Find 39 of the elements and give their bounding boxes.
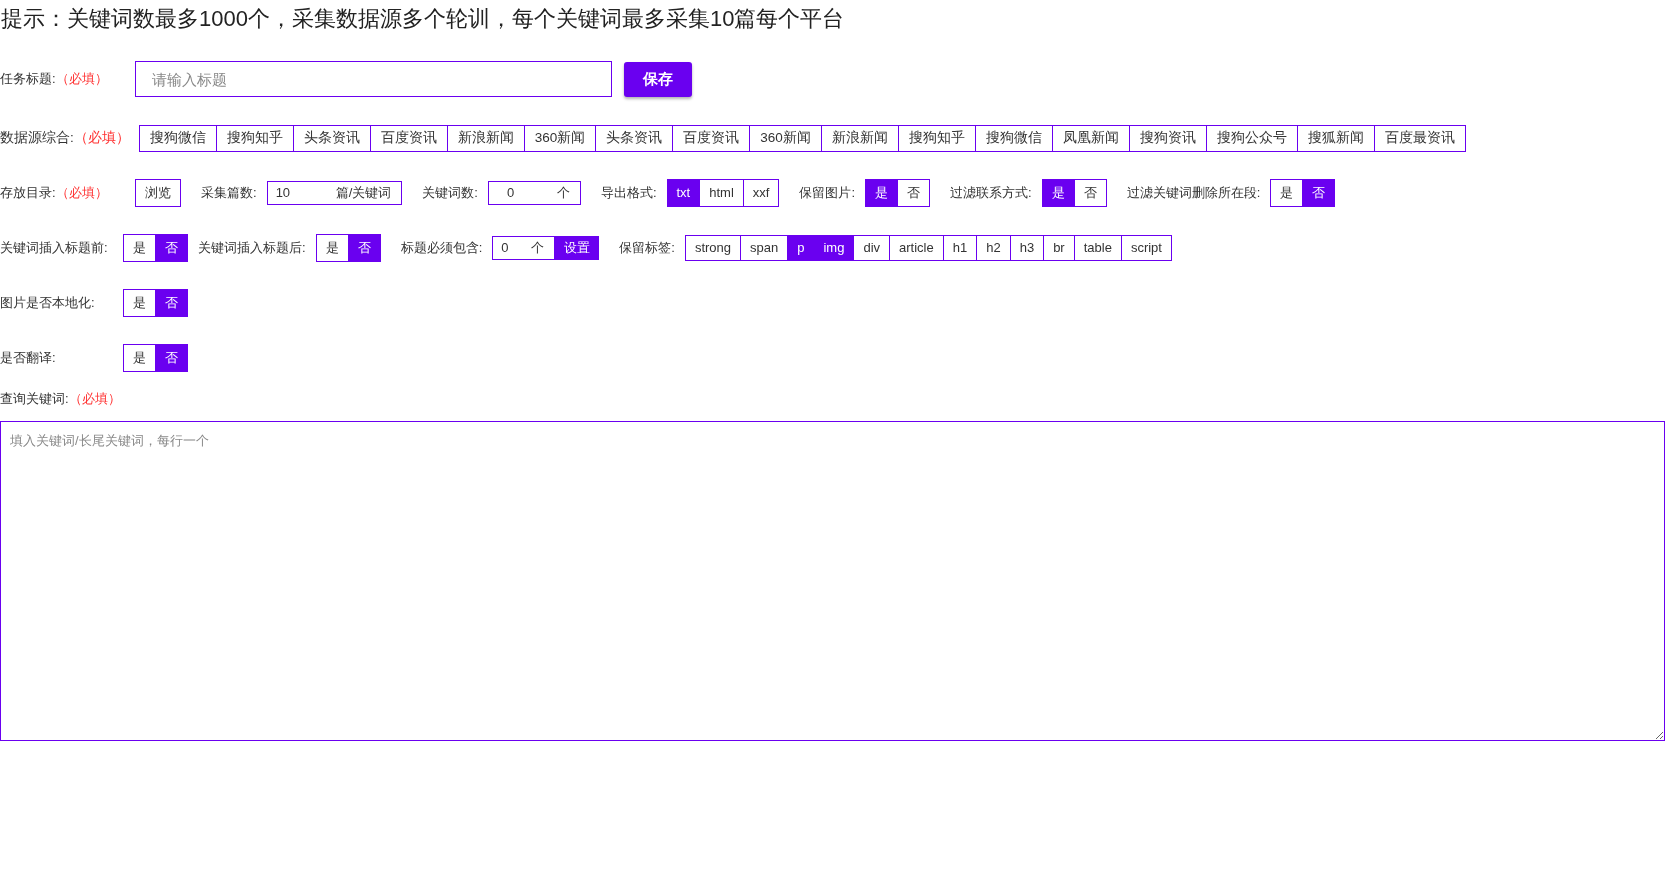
field-label: 存放目录: [0, 183, 56, 202]
browse-button[interactable]: 浏览 [135, 178, 181, 207]
option-button[interactable]: 否 [155, 344, 187, 371]
field-label: 关键词数: [422, 183, 478, 202]
option-button[interactable]: p [787, 235, 814, 260]
option-button[interactable]: img [813, 235, 854, 260]
option-button[interactable]: 是 [1042, 179, 1074, 206]
option-button[interactable]: txt [667, 179, 700, 206]
field-label: 关键词插入标题后: [198, 238, 306, 257]
field-label: 导出格式: [600, 183, 657, 202]
field-label: 保留图片: [799, 183, 856, 202]
option-button[interactable]: 否 [347, 234, 380, 261]
field-label: 采集篇数: [201, 183, 257, 202]
keywords-field[interactable]: 填入关键词/长尾关键词，每行一个 [0, 421, 1665, 741]
required-mark: （必填） [55, 183, 108, 202]
field-label: 过滤联系方式: [950, 183, 1032, 202]
number-field[interactable]: 0 个 [487, 180, 581, 205]
field-label: 数据源综合: [0, 129, 74, 147]
option-button[interactable]: 否 [155, 234, 187, 261]
field-label: 是否翻译: [0, 348, 56, 367]
field-label: 任务标题: [0, 70, 56, 88]
number-field[interactable]: 10 篇/关键词 [266, 180, 403, 205]
required-mark: （必填） [55, 70, 108, 88]
set-button[interactable]: 设置 [555, 235, 600, 260]
notice-text: 提示：关键词数最多1000个，采集数据源多个轮训，每个关键词最多采集10篇每个平台 [0, 5, 846, 33]
field-label: 查询关键词: [0, 390, 69, 408]
option-button[interactable]: 否 [155, 289, 187, 316]
option-button[interactable]: 是 [866, 179, 898, 206]
field-label: 保留标签: [619, 238, 675, 257]
save-button[interactable]: 保存 [624, 61, 692, 97]
field-label: 图片是否本地化: [0, 293, 95, 312]
field-label: 过滤关键词删除所在段: [1126, 183, 1261, 202]
required-mark: （必填） [68, 390, 121, 408]
title-field[interactable]: 请输入标题 [135, 61, 612, 97]
required-mark: （必填） [73, 129, 130, 147]
field-label: 关键词插入标题前: [0, 238, 108, 257]
number-field[interactable]: 0 个 [492, 235, 556, 260]
field-label: 标题必须包含: [400, 238, 483, 257]
option-button[interactable]: 否 [1302, 179, 1335, 206]
